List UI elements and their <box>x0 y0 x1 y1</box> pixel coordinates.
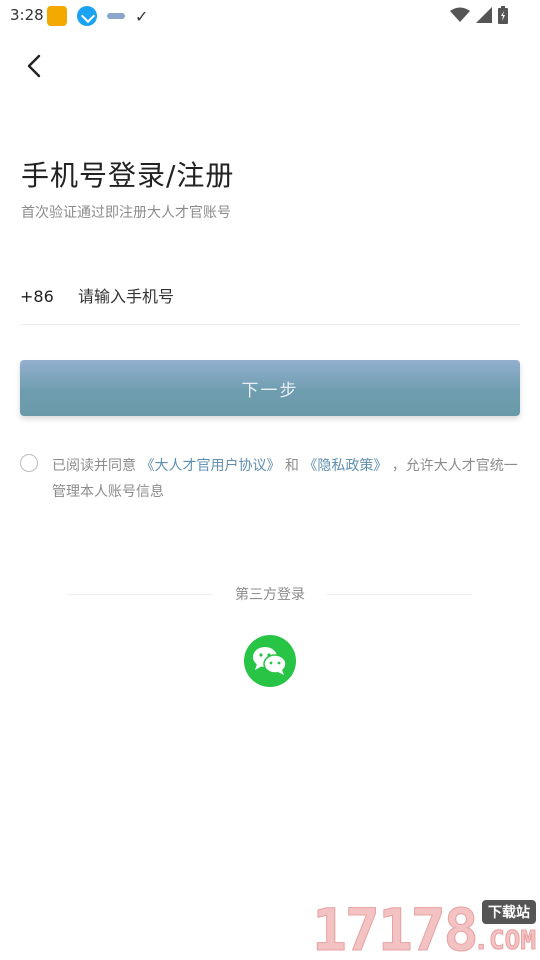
check-notification-icon: ✓ <box>135 6 149 26</box>
phone-input[interactable] <box>76 285 520 307</box>
battery-icon <box>498 6 508 24</box>
status-bar: 3:28 ✓ <box>0 0 540 32</box>
wechat-login-button[interactable] <box>244 635 296 687</box>
page-subtitle: 首次验证通过即注册大人才官账号 <box>21 205 231 221</box>
wifi-icon <box>450 7 470 22</box>
divider-line-left <box>68 593 213 595</box>
next-button[interactable]: 下一步 <box>20 360 520 416</box>
privacy-policy-link[interactable]: 《隐私政策》 <box>303 458 387 474</box>
app-notification-icon-2 <box>107 13 125 19</box>
signal-icon <box>476 7 492 23</box>
site-watermark: 17178 下载站 .COM <box>312 896 538 960</box>
agreement-text: 已阅读并同意 《大人才官用户协议》 和 《隐私政策》 ，允许大人才官统一管理本人… <box>52 453 522 505</box>
phone-input-row: +86 <box>20 268 520 325</box>
system-icons <box>450 6 508 24</box>
notification-icons: ✓ <box>47 6 148 26</box>
watermark-domain: .COM <box>473 926 537 957</box>
back-button[interactable] <box>18 50 50 82</box>
login-page: 3:28 ✓ 手机号登录/注册 首次验证通过即注册大人才官账号 +86 请输入手… <box>0 0 540 960</box>
watermark-digits: 17178 <box>312 896 480 960</box>
third-party-label: 第三方登录 <box>235 587 305 603</box>
status-time: 3:28 <box>10 6 44 24</box>
watermark-badge: 下载站 <box>482 900 536 924</box>
third-party-divider: 第三方登录 <box>68 584 472 604</box>
country-code-selector[interactable]: +86 <box>20 287 76 306</box>
page-title: 手机号登录/注册 <box>21 159 235 192</box>
download-notification-icon <box>77 6 97 26</box>
app-notification-icon <box>47 6 67 26</box>
divider-line-right <box>327 593 472 595</box>
user-agreement-link[interactable]: 《大人才官用户协议》 <box>140 458 280 474</box>
agreement-checkbox[interactable] <box>20 454 38 472</box>
chevron-left-icon <box>27 54 41 78</box>
wechat-icon <box>253 647 287 675</box>
agreement-and: 和 <box>280 458 304 474</box>
agreement-prefix: 已阅读并同意 <box>52 458 141 474</box>
